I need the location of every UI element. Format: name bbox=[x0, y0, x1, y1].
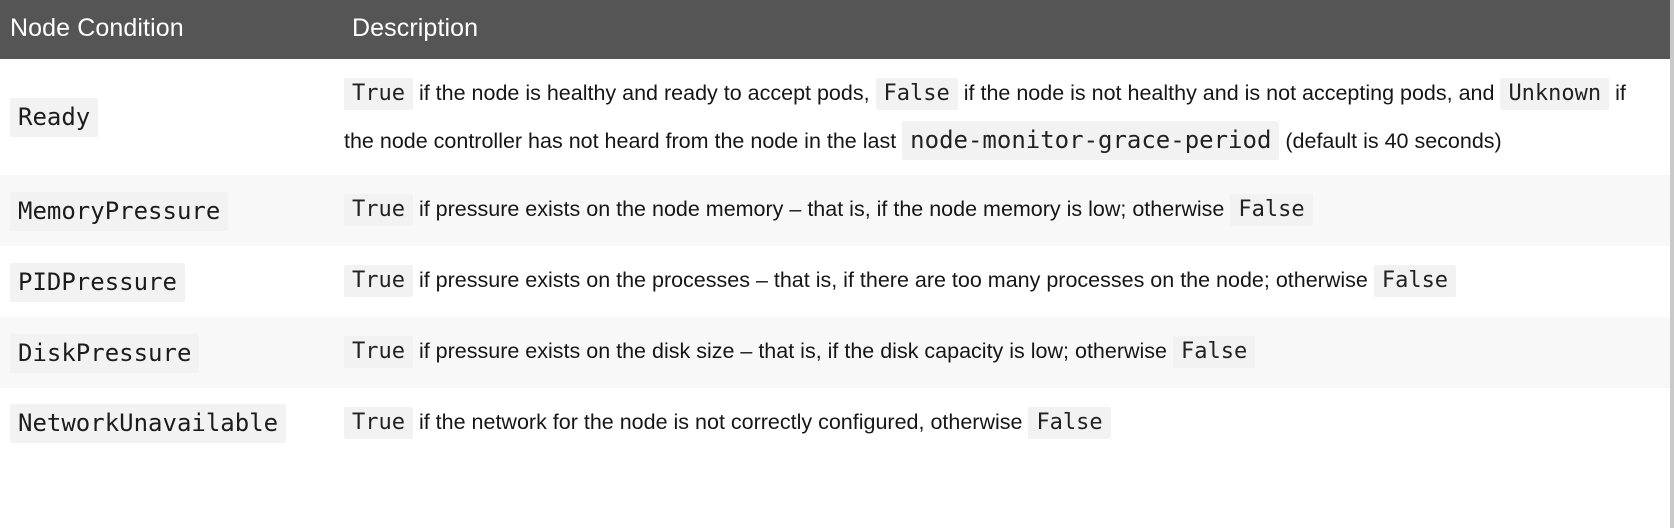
table-header: Node Condition Description bbox=[0, 0, 1670, 59]
node-condition-code: DiskPressure bbox=[10, 333, 200, 373]
column-header-description: Description bbox=[342, 0, 1670, 59]
table-body: Ready True if the node is healthy and rea… bbox=[0, 59, 1670, 459]
description-text: if pressure exists on the processes – th… bbox=[412, 268, 1374, 293]
description-text: if the node is healthy and ready to acce… bbox=[412, 81, 876, 105]
description-text: if the node is not healthy and is not ac… bbox=[957, 81, 1501, 105]
inline-code: False bbox=[1373, 265, 1457, 298]
inline-code: False bbox=[1028, 406, 1111, 439]
node-condition-code: Ready bbox=[10, 98, 99, 138]
table-header-row: Node Condition Description bbox=[0, 0, 1670, 59]
inline-code: node-monitor-grace-period bbox=[902, 121, 1280, 161]
description-cell: True if the node is healthy and ready to… bbox=[342, 59, 1670, 175]
inline-code: True bbox=[344, 194, 413, 227]
inline-code: True bbox=[344, 78, 413, 110]
inline-code: False bbox=[1172, 336, 1256, 369]
inline-code: False bbox=[875, 78, 958, 110]
table-row: Ready True if the node is healthy and rea… bbox=[0, 59, 1670, 176]
table-row: PIDPressure True if pressure exists on th… bbox=[0, 246, 1670, 318]
inline-code: True bbox=[344, 336, 413, 369]
column-header-node-condition: Node Condition bbox=[0, 0, 342, 59]
node-conditions-table: Node Condition Description Ready True if … bbox=[0, 0, 1670, 459]
description-cell: True if the network for the node is not … bbox=[342, 388, 1670, 459]
description-text: if the network for the node is not corre… bbox=[412, 409, 1029, 434]
inline-code: True bbox=[344, 406, 413, 439]
description-cell: True if pressure exists on the processes… bbox=[342, 246, 1670, 317]
node-condition-cell: PIDPressure bbox=[0, 246, 342, 317]
inline-code: False bbox=[1230, 194, 1313, 227]
description-text: if pressure exists on the disk size – th… bbox=[412, 339, 1173, 364]
node-condition-cell: DiskPressure bbox=[0, 317, 342, 388]
inline-code: True bbox=[344, 265, 413, 298]
description-cell: True if pressure exists on the node memo… bbox=[342, 175, 1670, 246]
inline-code: Unknown bbox=[1500, 78, 1610, 110]
node-condition-code: MemoryPressure bbox=[10, 191, 229, 231]
description-text: (default is 40 seconds) bbox=[1279, 129, 1502, 154]
node-condition-cell: Ready bbox=[0, 59, 342, 175]
node-condition-cell: MemoryPressure bbox=[0, 175, 342, 246]
table-row: NetworkUnavailable True if the network fo… bbox=[0, 387, 1670, 459]
node-condition-code: PIDPressure bbox=[10, 262, 185, 302]
description-cell: True if pressure exists on the disk size… bbox=[342, 317, 1670, 388]
node-condition-cell: NetworkUnavailable bbox=[0, 388, 342, 459]
table-row: MemoryPressure True if pressure exists on… bbox=[0, 175, 1670, 247]
node-condition-code: NetworkUnavailable bbox=[10, 404, 287, 444]
node-conditions-table-container: Node Condition Description Ready True if … bbox=[0, 0, 1674, 528]
description-text: if pressure exists on the node memory – … bbox=[412, 197, 1231, 222]
table-row: DiskPressure True if pressure exists on t… bbox=[0, 317, 1670, 388]
